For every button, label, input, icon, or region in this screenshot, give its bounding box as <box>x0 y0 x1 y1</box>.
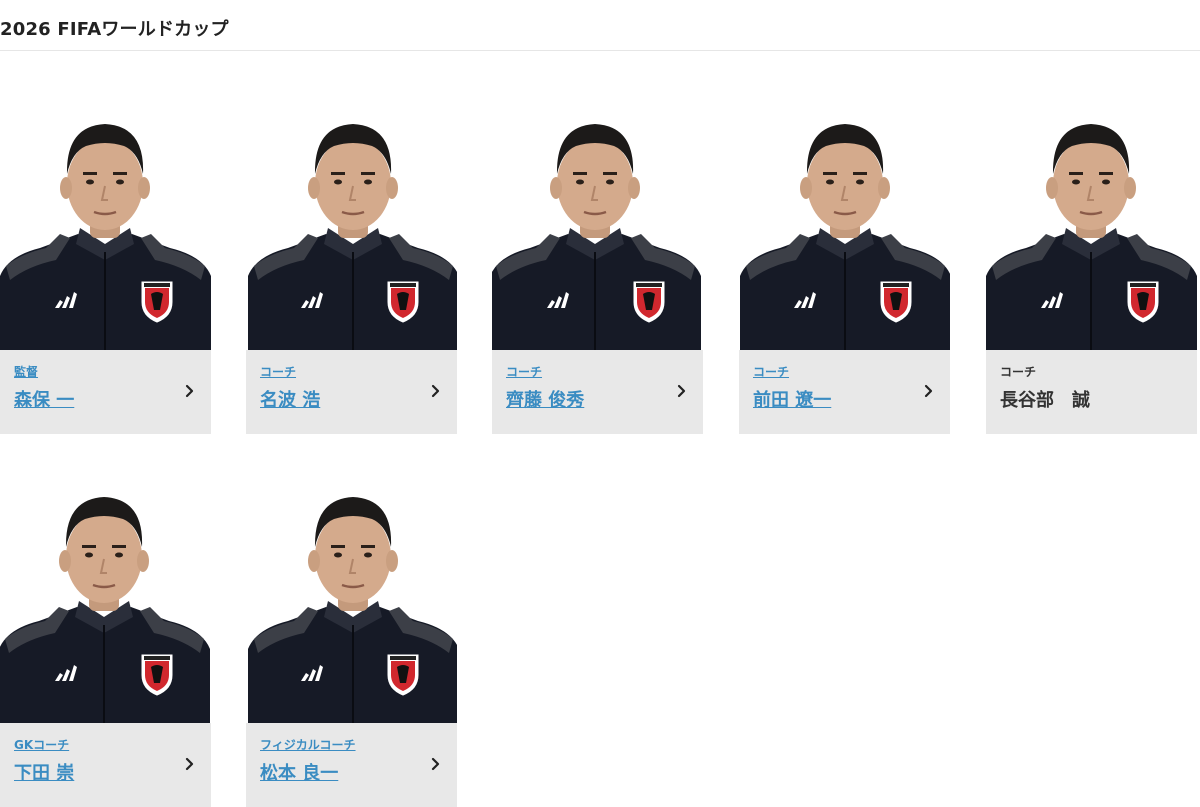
staff-role[interactable]: コーチ <box>506 364 542 380</box>
chevron-right-icon[interactable] <box>185 383 195 398</box>
staff-info: コーチ 齊藤 俊秀 <box>492 350 703 434</box>
staff-info: フィジカルコーチ松本 良一 <box>246 723 457 807</box>
staff-photo[interactable] <box>492 116 703 350</box>
staff-role[interactable]: フィジカルコーチ <box>260 737 356 753</box>
staff-card[interactable]: 監督 森保 一 <box>0 116 211 434</box>
staff-name[interactable]: 下田 崇 <box>14 761 74 787</box>
staff-card: コーチ 長谷部 誠 <box>986 116 1197 434</box>
staff-photo[interactable] <box>246 489 457 723</box>
chevron-right-icon[interactable] <box>924 383 934 398</box>
chevron-right-icon[interactable] <box>431 756 441 771</box>
staff-name[interactable]: 前田 遼一 <box>753 388 831 414</box>
staff-card[interactable]: コーチ 名波 浩 <box>246 116 457 434</box>
staff-photo[interactable] <box>0 116 211 350</box>
staff-photo[interactable] <box>246 116 457 350</box>
staff-name[interactable]: 松本 良一 <box>260 761 338 787</box>
staff-role[interactable]: GKコーチ <box>14 737 69 753</box>
staff-photo[interactable] <box>739 116 950 350</box>
staff-role: コーチ <box>1000 365 1037 379</box>
staff-card[interactable]: コーチ 前田 遼一 <box>739 116 950 434</box>
staff-role[interactable]: コーチ <box>260 364 296 380</box>
staff-grid: 監督 森保 一 コーチ 名波 浩 コーチ 齊藤 俊秀 コーチ 前田 遼一 コーチ… <box>0 0 1200 807</box>
staff-name: 長谷部 誠 <box>1000 390 1090 411</box>
staff-photo <box>986 116 1197 350</box>
staff-info: GKコーチ下田 崇 <box>0 723 211 807</box>
staff-info: コーチ 名波 浩 <box>246 350 457 434</box>
staff-name[interactable]: 名波 浩 <box>260 388 320 414</box>
chevron-right-icon[interactable] <box>431 383 441 398</box>
staff-role[interactable]: 監督 <box>14 364 38 380</box>
staff-card[interactable]: GKコーチ下田 崇 <box>0 489 211 807</box>
staff-info: コーチ 長谷部 誠 <box>986 350 1197 434</box>
staff-card[interactable]: フィジカルコーチ松本 良一 <box>246 489 457 807</box>
staff-photo[interactable] <box>0 489 211 723</box>
chevron-right-icon[interactable] <box>677 383 687 398</box>
chevron-right-icon[interactable] <box>185 756 195 771</box>
staff-name[interactable]: 森保 一 <box>14 388 74 414</box>
staff-name[interactable]: 齊藤 俊秀 <box>506 388 584 414</box>
staff-info: コーチ 前田 遼一 <box>739 350 950 434</box>
staff-role[interactable]: コーチ <box>753 364 789 380</box>
staff-info: 監督 森保 一 <box>0 350 211 434</box>
staff-card[interactable]: コーチ 齊藤 俊秀 <box>492 116 703 434</box>
